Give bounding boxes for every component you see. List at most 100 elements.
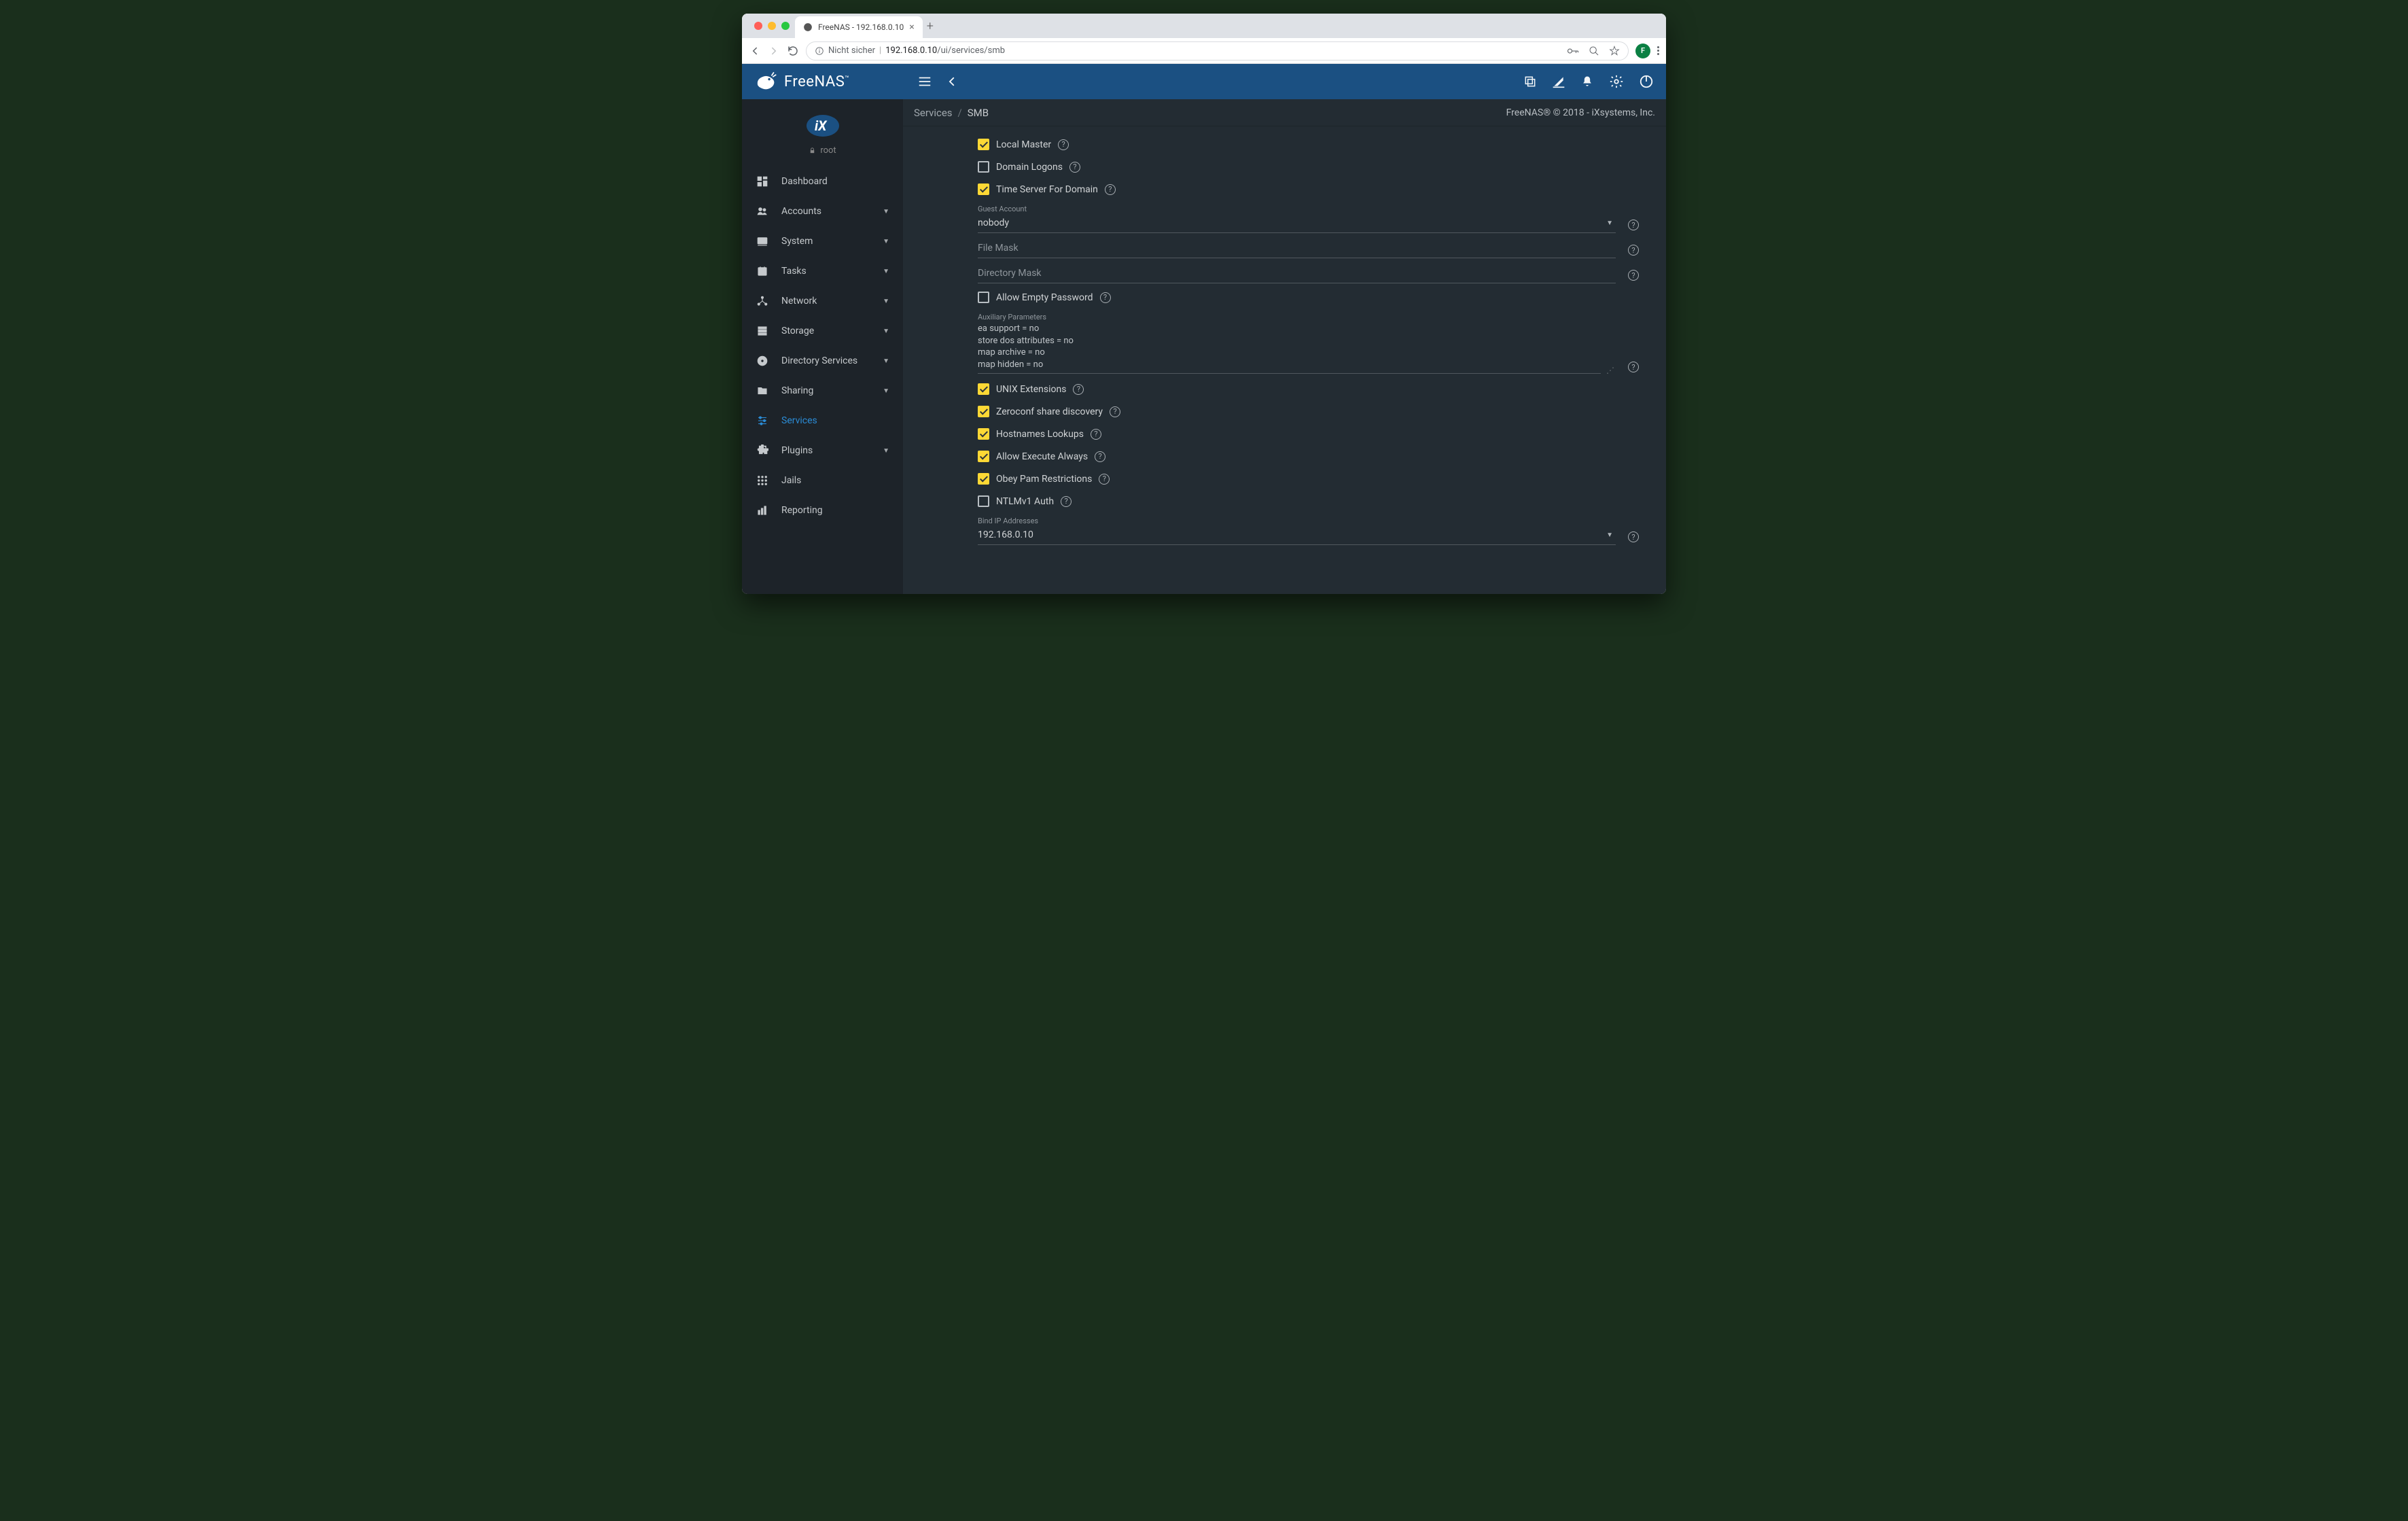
sidebar-item-directory-services[interactable]: Directory Services▼	[742, 346, 903, 376]
chevron-down-icon: ▼	[883, 208, 889, 215]
header-back-icon[interactable]	[946, 75, 958, 88]
unix-extensions-checkbox[interactable]	[978, 383, 989, 395]
brand: FreeNAS™	[754, 70, 904, 93]
new-tab-button[interactable]: +	[927, 19, 934, 33]
file-mask-field: File Mask	[978, 236, 1616, 261]
breadcrumb-current: SMB	[968, 107, 989, 119]
sharing-icon	[756, 385, 769, 397]
sidebar-item-services[interactable]: Services	[742, 406, 903, 436]
help-icon[interactable]: ?	[1628, 220, 1639, 230]
zeroconf-checkbox[interactable]	[978, 406, 989, 417]
system-icon	[756, 235, 769, 247]
sidebar-item-plugins[interactable]: Plugins▼	[742, 436, 903, 466]
help-icon[interactable]: ?	[1095, 451, 1105, 462]
bind-ip-select[interactable]: 192.168.0.10 ▼	[978, 527, 1616, 545]
copy-icon[interactable]	[1523, 75, 1537, 88]
bookmark-star-icon[interactable]	[1609, 46, 1620, 56]
storage-icon	[756, 325, 769, 337]
help-icon[interactable]: ?	[1110, 406, 1120, 417]
info-icon	[815, 46, 824, 56]
sidebar-item-accounts[interactable]: Accounts▼	[742, 196, 903, 226]
sidebar-item-network[interactable]: Network▼	[742, 286, 903, 316]
back-button[interactable]	[749, 45, 761, 57]
allow-empty-password-row: Allow Empty Password ?	[978, 286, 1639, 309]
url-field[interactable]: Nicht sicher | 192.168.0.10/ui/services/…	[806, 41, 1629, 60]
aux-params-textarea[interactable]: ea support = nostore dos attributes = no…	[978, 323, 1601, 374]
nav-list: DashboardAccounts▼System▼Tasks▼Network▼S…	[742, 167, 903, 525]
chevron-down-icon: ▼	[883, 268, 889, 275]
help-icon[interactable]: ?	[1091, 429, 1101, 440]
favicon-icon	[803, 22, 813, 32]
zoom-icon[interactable]	[1589, 46, 1599, 56]
security-label: Nicht sicher	[828, 46, 875, 56]
domain-logons-row: Domain Logons ?	[978, 156, 1639, 178]
hostnames-checkbox[interactable]	[978, 428, 989, 440]
freenas-logo-icon	[754, 70, 777, 93]
chevron-down-icon: ▼	[883, 328, 889, 335]
directory-mask-input[interactable]: Directory Mask	[978, 265, 1616, 283]
zeroconf-row: Zeroconf share discovery ?	[978, 400, 1639, 423]
reload-button[interactable]	[787, 45, 799, 57]
minimize-window-icon[interactable]	[768, 22, 776, 30]
allow-exec-checkbox[interactable]	[978, 451, 989, 462]
domain-logons-checkbox[interactable]	[978, 161, 989, 173]
user-label: root	[742, 145, 903, 167]
close-window-icon[interactable]	[754, 22, 762, 30]
sidebar-item-dashboard[interactable]: Dashboard	[742, 167, 903, 196]
help-icon[interactable]: ?	[1105, 184, 1116, 195]
local-master-checkbox[interactable]	[978, 139, 989, 150]
close-tab-icon[interactable]: ×	[909, 22, 914, 33]
smb-settings-form: Local Master ? Domain Logons ? Time Serv…	[903, 126, 1666, 561]
forward-button[interactable]	[768, 45, 780, 57]
guest-account-select[interactable]: nobody ▼	[978, 215, 1616, 233]
browser-menu-button[interactable]	[1657, 46, 1659, 55]
sidebar-item-system[interactable]: System▼	[742, 226, 903, 256]
password-key-icon[interactable]	[1567, 46, 1579, 56]
help-icon[interactable]: ?	[1100, 292, 1111, 303]
help-icon[interactable]: ?	[1069, 162, 1080, 173]
chevron-down-icon: ▼	[883, 238, 889, 245]
window-controls[interactable]	[749, 22, 795, 30]
directory-icon	[756, 355, 769, 367]
menu-toggle-icon[interactable]	[917, 74, 932, 89]
help-icon[interactable]: ?	[1628, 245, 1639, 256]
help-icon[interactable]: ?	[1628, 270, 1639, 281]
profile-avatar[interactable]: F	[1635, 43, 1650, 58]
resize-handle-icon[interactable]: ⋰	[1606, 366, 1614, 375]
sidebar-item-tasks[interactable]: Tasks▼	[742, 256, 903, 286]
power-icon[interactable]	[1639, 74, 1654, 89]
sidebar-item-reporting[interactable]: Reporting	[742, 495, 903, 525]
breadcrumb: Services / SMB FreeNAS® © 2018 - iXsyste…	[903, 99, 1666, 126]
help-icon[interactable]: ?	[1058, 139, 1069, 150]
obey-pam-checkbox[interactable]	[978, 473, 989, 485]
sidebar-item-jails[interactable]: Jails	[742, 466, 903, 495]
help-icon[interactable]: ?	[1061, 496, 1072, 507]
sidebar-item-sharing[interactable]: Sharing▼	[742, 376, 903, 406]
help-icon[interactable]: ?	[1628, 531, 1639, 542]
sidebar-item-storage[interactable]: Storage▼	[742, 316, 903, 346]
help-icon[interactable]: ?	[1073, 384, 1084, 395]
maximize-window-icon[interactable]	[781, 22, 790, 30]
browser-tab[interactable]: FreeNAS - 192.168.0.10 ×	[795, 16, 923, 38]
file-mask-input[interactable]: File Mask	[978, 240, 1616, 258]
tab-bar: FreeNAS - 192.168.0.10 × +	[742, 14, 1666, 38]
main-content: Services / SMB FreeNAS® © 2018 - iXsyste…	[903, 99, 1666, 594]
network-icon	[756, 295, 769, 307]
tasks-icon	[756, 265, 769, 277]
obey-pam-row: Obey Pam Restrictions ?	[978, 468, 1639, 490]
help-icon[interactable]: ?	[1099, 474, 1110, 485]
help-icon[interactable]: ?	[1628, 362, 1639, 372]
sidebar: iX root DashboardAccounts▼System▼Tasks▼N…	[742, 99, 903, 594]
ntlmv1-checkbox[interactable]	[978, 495, 989, 507]
breadcrumb-root[interactable]: Services	[914, 107, 953, 119]
allow-empty-password-checkbox[interactable]	[978, 292, 989, 303]
allow-exec-row: Allow Execute Always ?	[978, 445, 1639, 468]
ntlmv1-row: NTLMv1 Auth ?	[978, 490, 1639, 512]
notifications-icon[interactable]	[1580, 75, 1594, 88]
hostnames-row: Hostnames Lookups ?	[978, 423, 1639, 445]
local-master-row: Local Master ?	[978, 133, 1639, 156]
theme-icon[interactable]	[1552, 75, 1565, 88]
jails-icon	[756, 474, 769, 487]
time-server-checkbox[interactable]	[978, 183, 989, 195]
settings-gear-icon[interactable]	[1609, 74, 1624, 89]
